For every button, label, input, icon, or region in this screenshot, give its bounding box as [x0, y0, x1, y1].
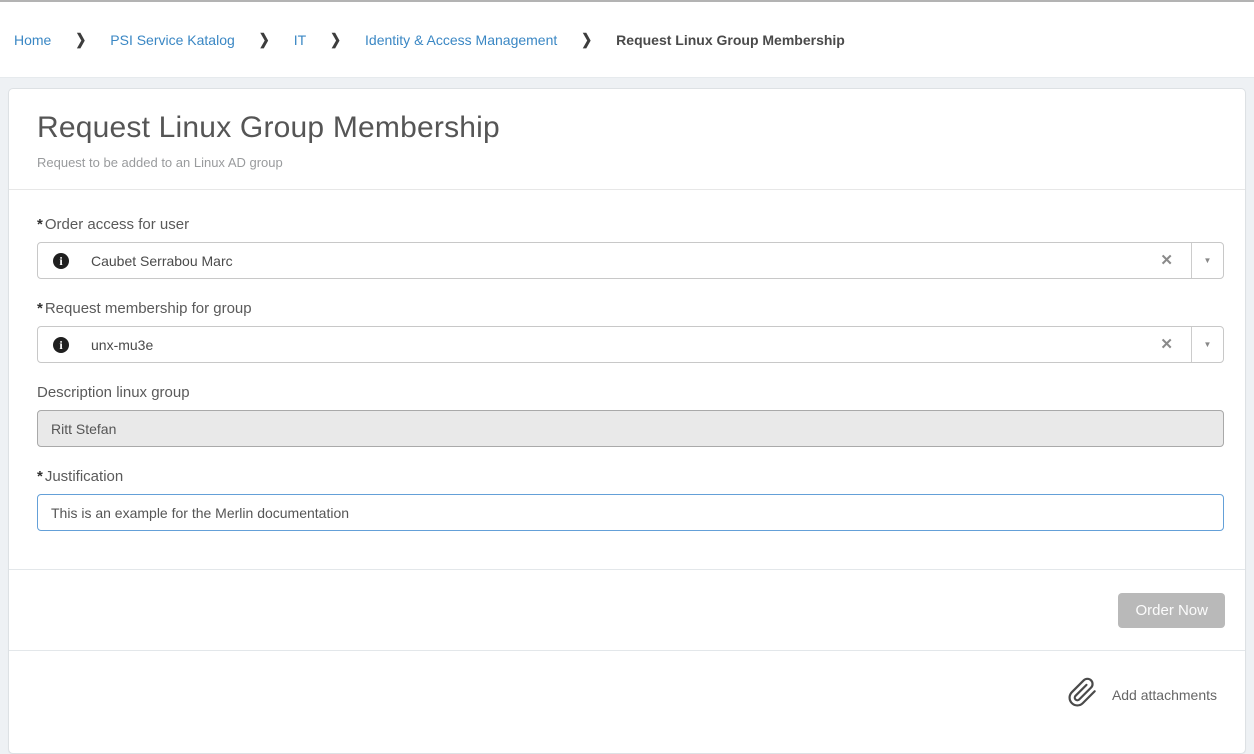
page-subtitle: Request to be added to an Linux AD group	[37, 155, 1217, 170]
chevron-right-icon: ❯	[330, 30, 341, 48]
breadcrumb-identity-access-management[interactable]: Identity & Access Management	[365, 32, 557, 48]
clear-icon[interactable]: ✕	[1142, 253, 1191, 268]
field-label: Description linux group	[37, 384, 1224, 401]
breadcrumb: Home ❯ PSI Service Katalog ❯ IT ❯ Identi…	[14, 32, 845, 48]
page-title: Request Linux Group Membership	[37, 111, 1217, 145]
field-label-text: Request membership for group	[45, 300, 252, 317]
group-combobox[interactable]: i unx-mu3e ✕ ▼	[37, 326, 1224, 363]
breadcrumb-home[interactable]: Home	[14, 32, 51, 48]
description-linux-group-field	[37, 410, 1224, 447]
request-form-card: Request Linux Group Membership Request t…	[8, 88, 1246, 754]
breadcrumb-current-page: Request Linux Group Membership	[616, 32, 845, 48]
field-description-linux-group: Description linux group	[37, 384, 1224, 447]
breadcrumb-it[interactable]: IT	[294, 32, 306, 48]
field-label-text: Description linux group	[37, 384, 190, 401]
caret-down-icon: ▼	[1204, 340, 1212, 349]
group-combobox-dropdown-button[interactable]: ▼	[1191, 327, 1223, 362]
attachments-section: Add attachments	[9, 650, 1245, 753]
chevron-right-icon: ❯	[75, 30, 86, 48]
caret-down-icon: ▼	[1204, 256, 1212, 265]
group-combobox-value: unx-mu3e	[91, 337, 1142, 353]
field-label: *Order access for user	[37, 216, 1224, 233]
required-marker: *	[37, 300, 43, 317]
user-combobox-value: Caubet Serrabou Marc	[91, 253, 1142, 269]
breadcrumb-bar: Home ❯ PSI Service Katalog ❯ IT ❯ Identi…	[0, 0, 1254, 78]
info-circle-icon: i	[53, 253, 69, 269]
required-marker: *	[37, 216, 43, 233]
paperclip-icon[interactable]	[1067, 677, 1098, 713]
form-actions: Order Now	[9, 569, 1245, 650]
order-now-button[interactable]: Order Now	[1118, 593, 1225, 628]
user-combobox[interactable]: i Caubet Serrabou Marc ✕ ▼	[37, 242, 1224, 279]
field-label-text: Justification	[45, 468, 123, 485]
field-label: *Justification	[37, 468, 1224, 485]
chevron-right-icon: ❯	[259, 30, 270, 48]
add-attachments-link[interactable]: Add attachments	[1112, 687, 1217, 703]
clear-icon[interactable]: ✕	[1142, 337, 1191, 352]
justification-field[interactable]	[37, 494, 1224, 531]
field-label: *Request membership for group	[37, 300, 1224, 317]
chevron-right-icon: ❯	[581, 30, 592, 48]
field-label-text: Order access for user	[45, 216, 189, 233]
user-combobox-dropdown-button[interactable]: ▼	[1191, 243, 1223, 278]
form-header: Request Linux Group Membership Request t…	[9, 89, 1245, 190]
field-request-membership-for-group: *Request membership for group i unx-mu3e…	[37, 300, 1224, 363]
field-justification: *Justification	[37, 468, 1224, 531]
info-circle-icon: i	[53, 337, 69, 353]
required-marker: *	[37, 468, 43, 485]
form-body: *Order access for user i Caubet Serrabou…	[9, 190, 1245, 569]
breadcrumb-psi-service-katalog[interactable]: PSI Service Katalog	[110, 32, 235, 48]
field-order-access-for-user: *Order access for user i Caubet Serrabou…	[37, 216, 1224, 279]
